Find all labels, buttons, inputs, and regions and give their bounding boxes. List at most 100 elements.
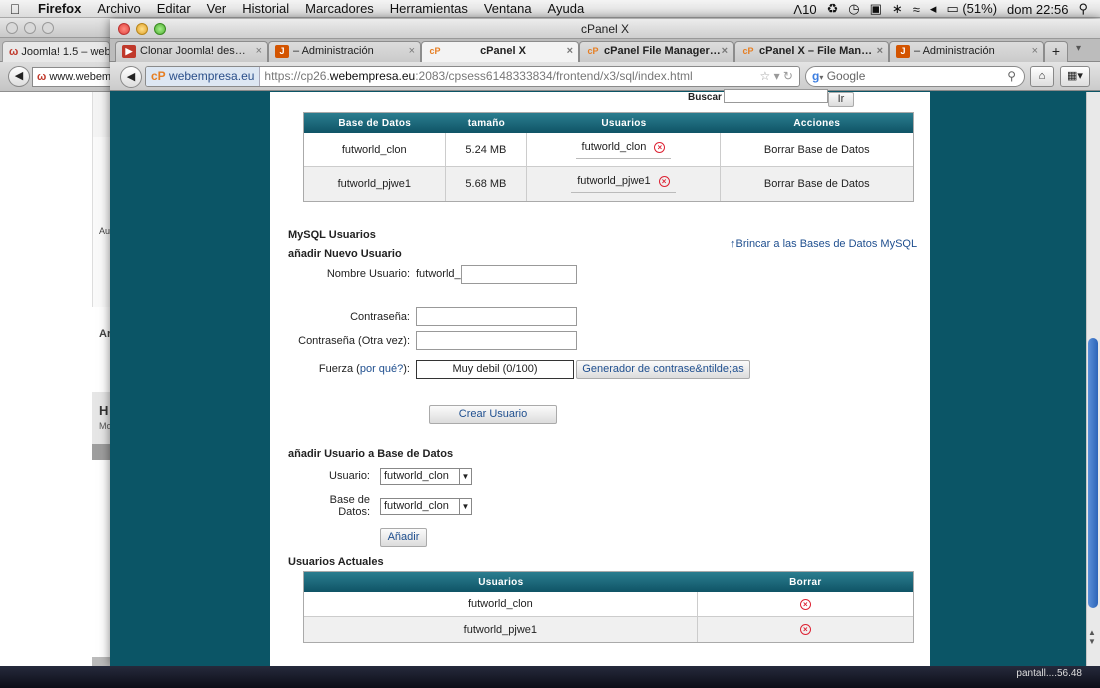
joomla-favicon-icon: J — [896, 45, 910, 58]
close-tab-icon[interactable]: × — [1032, 42, 1038, 60]
bg-close-icon[interactable] — [6, 22, 18, 34]
joomla-favicon-icon: J — [275, 45, 289, 58]
menu-ventana[interactable]: Ventana — [476, 1, 540, 16]
delete-user-icon[interactable]: × — [799, 598, 811, 610]
tab-cpanel-file-manager[interactable]: cP cPanel File Manager… × — [579, 41, 734, 62]
tab-cpanel-x-file-man[interactable]: cP cPanel X – File Man… × — [734, 41, 889, 62]
add-button[interactable]: Añadir — [380, 528, 427, 547]
engine-dropdown-icon[interactable]: ▾ — [819, 73, 823, 82]
tab-clonar-joomla[interactable]: ▶ Clonar Joomla! des… × — [115, 41, 268, 62]
menu-app[interactable]: Firefox — [30, 1, 89, 16]
scroll-arrows-icon[interactable]: ▲ ▼ — [1088, 628, 1096, 646]
bg-zoom-icon[interactable] — [42, 22, 54, 34]
url-domain: webempresa.eu — [329, 69, 416, 83]
tab-administracion-2[interactable]: J – Administración × — [889, 41, 1044, 62]
db-user[interactable]: futworld_clon — [582, 141, 647, 153]
close-tab-icon[interactable]: × — [256, 42, 262, 60]
strength-label: Fuerza (por qué?): — [300, 363, 410, 375]
menu-editar[interactable]: Editar — [149, 1, 199, 16]
username-label: Nombre Usuario: — [326, 268, 410, 280]
close-tab-icon[interactable]: × — [409, 42, 415, 60]
url-field[interactable]: cP webempresa.eu https://cp26.webempresa.… — [145, 66, 800, 87]
tab-administracion[interactable]: J – Administración × — [268, 41, 421, 62]
menu-ver[interactable]: Ver — [199, 1, 235, 16]
bg-tab[interactable]: ω Joomla! 1.5 – web — [2, 41, 110, 62]
delete-user-icon[interactable]: × — [799, 624, 811, 635]
bg-url-favicon-icon: ω — [37, 71, 47, 83]
bg-panel — [92, 444, 110, 460]
password-generator-button[interactable]: Generador de contrase&ntilde;as — [576, 360, 750, 379]
battery-icon[interactable]: ▭ (51%) — [946, 1, 997, 17]
clock-text[interactable]: dom 22:56 — [1007, 2, 1068, 17]
scrollbar-thumb[interactable] — [1088, 338, 1098, 608]
password-again-label: Contraseña (Otra vez): — [298, 335, 410, 347]
db-size: 5.24 MB — [446, 133, 528, 166]
user-select[interactable]: futworld_clon ▼ — [380, 468, 472, 485]
username-input[interactable] — [461, 265, 577, 284]
bluetooth-icon[interactable]: ∗ — [892, 1, 903, 17]
remove-user-icon[interactable]: × — [658, 176, 670, 187]
user-name: futworld_clon — [304, 592, 698, 616]
clock-icon[interactable]: ◷ — [848, 1, 859, 17]
tab-cpanel-x[interactable]: cP cPanel X × — [421, 41, 579, 63]
sync-icon[interactable]: ♻ — [827, 1, 839, 17]
db-select-label-line: Base de — [329, 494, 370, 506]
db-user[interactable]: futworld_pjwe1 — [577, 175, 650, 187]
bg-back-icon[interactable]: ◀ — [8, 66, 30, 87]
back-icon[interactable]: ◀ — [120, 66, 142, 88]
search-field[interactable]: g▾ Google ⚲ — [805, 66, 1025, 87]
col-header: Usuarios — [601, 117, 647, 129]
close-tab-icon[interactable]: × — [567, 42, 573, 60]
bg-url-field[interactable]: ω www.webem — [32, 67, 122, 87]
menu-archivo[interactable]: Archivo — [89, 1, 148, 16]
menu-herramientas[interactable]: Herramientas — [382, 1, 476, 16]
tab-label: – Administración — [914, 45, 995, 57]
battery-percent: (51%) — [962, 1, 998, 16]
new-tab-button[interactable]: + — [1044, 41, 1068, 62]
chevron-down-icon[interactable]: ▼ — [459, 469, 471, 484]
chevron-down-icon[interactable]: ▼ — [459, 499, 471, 514]
why-link[interactable]: por qué? — [360, 363, 403, 375]
create-user-button[interactable]: Crear Usuario — [429, 405, 557, 424]
tab-list-icon[interactable]: ▾ — [1076, 43, 1081, 54]
delete-db-link[interactable]: Borrar Base de Datos — [721, 133, 913, 166]
close-window-icon[interactable] — [118, 23, 130, 35]
extension-icon[interactable]: ▦▾ — [1060, 66, 1090, 87]
password-input[interactable] — [416, 307, 577, 326]
table-row: futworld_pjwe1 × — [304, 617, 913, 642]
bookmark-star-icon[interactable]: ☆ ▾ ↻ — [759, 67, 793, 86]
volume-icon[interactable]: ◂ — [930, 1, 937, 17]
close-tab-icon[interactable]: × — [877, 42, 883, 60]
close-tab-icon[interactable]: × — [722, 42, 728, 60]
col-header: tamaño — [467, 117, 506, 129]
zoom-window-icon[interactable] — [154, 23, 166, 35]
site-identity[interactable]: webempresa.eu — [169, 69, 254, 83]
tab-label: cPanel X – File Man… — [759, 45, 873, 57]
display-icon[interactable]: ▣ — [870, 1, 882, 17]
search-label: Buscar — [688, 92, 722, 103]
adobe-icon[interactable]: Λ10 — [793, 2, 816, 17]
strength-label-text: ): — [403, 363, 410, 375]
joomla-favicon-icon: ω — [9, 46, 19, 58]
desktop-file-label[interactable]: pantall....56.48 — [1016, 668, 1082, 679]
magnifier-icon[interactable]: ⚲ — [1007, 67, 1016, 86]
search-go-button[interactable]: Ir — [828, 92, 854, 107]
db-select-label: Base de Datos: — [310, 494, 370, 518]
wifi-icon[interactable]: ≈ — [913, 2, 920, 17]
spotlight-icon[interactable]: ⚲ — [1078, 1, 1088, 17]
menu-marcadores[interactable]: Marcadores — [297, 1, 382, 16]
home-icon[interactable]: ⌂ — [1030, 66, 1054, 87]
minimize-window-icon[interactable] — [136, 23, 148, 35]
db-search-input[interactable] — [724, 89, 828, 103]
delete-db-link[interactable]: Borrar Base de Datos — [721, 167, 913, 201]
menu-historial[interactable]: Historial — [234, 1, 297, 16]
jump-to-databases-link[interactable]: ↑Brincar a las Bases de Datos MySQL — [730, 238, 917, 250]
password-again-input[interactable] — [416, 331, 577, 350]
database-select[interactable]: futworld_clon ▼ — [380, 498, 472, 515]
remove-user-icon[interactable]: × — [654, 141, 666, 153]
menu-ayuda[interactable]: Ayuda — [540, 1, 593, 16]
apple-icon[interactable]:  — [0, 1, 30, 17]
bg-minimize-icon[interactable] — [24, 22, 36, 34]
add-user-title: añadir Nuevo Usuario — [288, 248, 402, 260]
bg-panel — [92, 92, 110, 137]
